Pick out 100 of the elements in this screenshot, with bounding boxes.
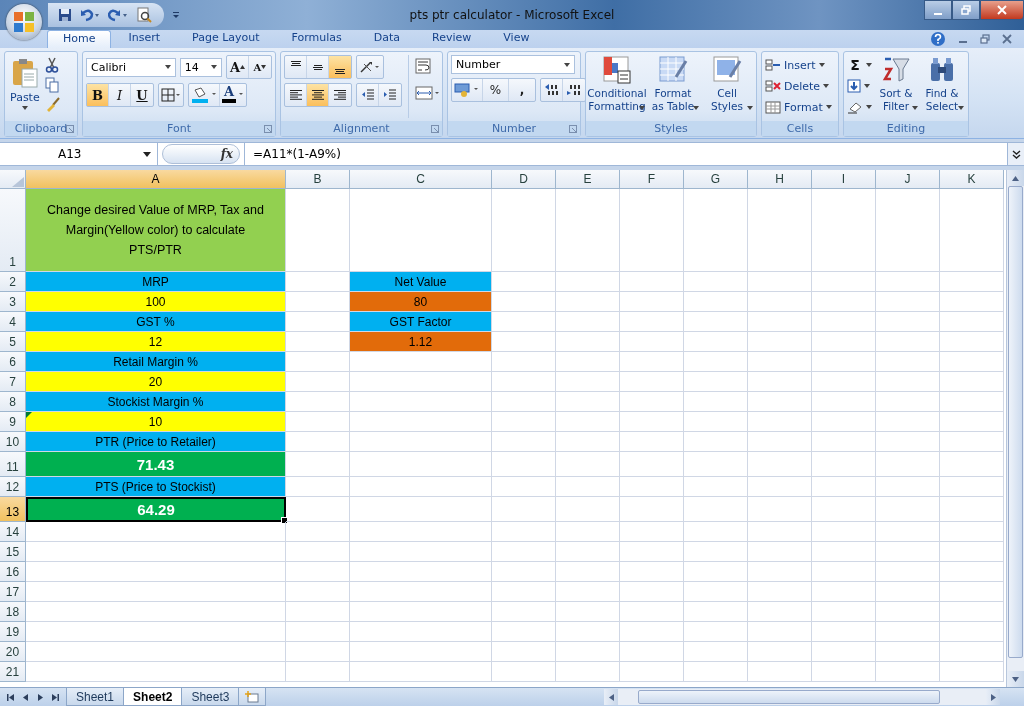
row-header[interactable]: 14 [0, 522, 26, 543]
copy-icon[interactable] [44, 77, 59, 93]
grow-font-button[interactable]: A [227, 56, 249, 78]
delete-cells-button[interactable]: Delete [765, 76, 835, 96]
row-header[interactable]: 6 [0, 352, 26, 373]
close-button[interactable] [980, 0, 1024, 20]
font-name-field[interactable]: Calibri [86, 57, 176, 77]
column-header[interactable]: G [684, 170, 748, 190]
close-icon[interactable] [1002, 34, 1012, 44]
row-header[interactable]: 16 [0, 562, 26, 583]
help-icon[interactable] [930, 31, 946, 47]
scissors-icon[interactable] [44, 57, 59, 73]
undo-icon[interactable] [80, 8, 100, 22]
scroll-left-button[interactable] [604, 689, 618, 705]
currency-button[interactable] [452, 79, 483, 101]
column-header[interactable]: C [350, 170, 492, 190]
row-header[interactable]: 12 [0, 477, 26, 498]
scroll-thumb[interactable] [638, 690, 940, 704]
row-header[interactable]: 5 [0, 332, 26, 353]
format-cells-button[interactable]: Format [765, 97, 835, 117]
name-box[interactable]: A13 [0, 143, 158, 166]
customize-caret-icon[interactable] [172, 11, 180, 19]
ribbon-tab[interactable]: Home [47, 30, 112, 48]
fill-handle[interactable] [281, 517, 288, 525]
ribbon-tab[interactable]: Formulas [276, 30, 357, 48]
row-header[interactable]: 4 [0, 312, 26, 333]
fill-color-button[interactable] [189, 84, 220, 106]
ribbon-tab[interactable]: Insert [113, 30, 176, 48]
office-button[interactable] [6, 4, 42, 40]
find-button[interactable]: Find & Select [920, 55, 964, 113]
expand-formula-button[interactable] [1007, 143, 1024, 166]
number-format-field[interactable]: Number [451, 55, 575, 74]
scroll-up-button[interactable] [1007, 170, 1024, 187]
align-bottom-button[interactable] [329, 56, 351, 78]
row-header[interactable]: 2 [0, 272, 26, 293]
ribbon-tab[interactable]: Data [358, 30, 416, 48]
row-header[interactable]: 21 [0, 662, 26, 683]
row-header[interactable]: 18 [0, 602, 26, 623]
paste-button[interactable]: Paste [8, 55, 42, 112]
fill-button[interactable] [847, 76, 872, 96]
italic-button[interactable]: I [109, 84, 131, 106]
row-header[interactable]: 19 [0, 622, 26, 643]
align-center-button[interactable] [307, 84, 329, 106]
conditional-styles-button[interactable]: Conditional Formatting [589, 55, 645, 113]
scroll-down-button[interactable] [1007, 671, 1024, 687]
cell-styles-button[interactable]: Cell Styles [701, 55, 753, 113]
print-preview-icon[interactable] [136, 7, 152, 23]
shrink-font-button[interactable]: A [249, 56, 271, 78]
bold-button[interactable]: B [87, 84, 109, 106]
row-header[interactable]: 8 [0, 392, 26, 413]
sheet-tab[interactable]: Sheet1 [66, 688, 125, 706]
restore-icon[interactable] [980, 34, 990, 44]
insert-function-button[interactable]: fx [162, 144, 240, 165]
row-header[interactable]: 13 [0, 497, 26, 523]
row-header[interactable]: 1 [0, 189, 26, 273]
scroll-right-button[interactable] [986, 689, 1000, 705]
restore-button[interactable] [952, 0, 980, 20]
table-styles-button[interactable]: Format as Table [647, 55, 699, 113]
row-header[interactable]: 15 [0, 542, 26, 563]
column-header[interactable]: F [620, 170, 684, 190]
row-header[interactable]: 7 [0, 372, 26, 393]
underline-button[interactable]: U [131, 84, 153, 106]
minimize-button[interactable] [924, 0, 952, 20]
row-header[interactable]: 9 [0, 412, 26, 433]
column-header[interactable]: K [940, 170, 1004, 190]
autosum-button[interactable]: Σ [847, 55, 872, 75]
row-header[interactable]: 3 [0, 292, 26, 313]
previous-sheet-icon[interactable] [21, 692, 30, 702]
ribbon-tab[interactable]: Page Layout [177, 30, 275, 48]
column-header[interactable]: A [26, 170, 286, 190]
last-sheet-icon[interactable] [51, 692, 60, 702]
ribbon-tab[interactable]: View [488, 30, 545, 48]
row-header[interactable]: 17 [0, 582, 26, 603]
insert-cells-button[interactable]: Insert [765, 55, 835, 75]
next-sheet-icon[interactable] [36, 692, 45, 702]
column-header[interactable]: D [492, 170, 556, 190]
wrap-text-icon[interactable] [415, 58, 433, 74]
sheet-tab[interactable]: Sheet3 [181, 688, 240, 706]
table-cell [940, 662, 1004, 683]
horizontal-scrollbar[interactable] [604, 689, 1000, 705]
comma-button[interactable]: , [509, 79, 535, 101]
merge-center-icon[interactable] [415, 86, 441, 100]
row-header[interactable]: 20 [0, 642, 26, 663]
column-header[interactable]: E [556, 170, 620, 190]
redo-icon[interactable] [108, 8, 128, 22]
ribbon-tab[interactable]: Review [417, 30, 487, 48]
font-size-field[interactable]: 14 [179, 57, 222, 77]
sheet-tab[interactable]: Sheet2 [123, 688, 183, 706]
sort-button[interactable]: Sort & Filter [874, 55, 918, 113]
column-header[interactable]: H [748, 170, 812, 190]
percent-button[interactable]: % [483, 79, 509, 101]
column-header[interactable]: I [812, 170, 876, 190]
vertical-scrollbar[interactable] [1006, 170, 1024, 687]
row-header[interactable]: 10 [0, 432, 26, 453]
first-sheet-icon[interactable] [6, 692, 15, 702]
row-header[interactable]: 11 [0, 452, 26, 478]
column-header[interactable]: J [876, 170, 940, 190]
save-icon[interactable] [58, 8, 72, 22]
column-header[interactable]: B [286, 170, 350, 190]
scroll-thumb[interactable] [1008, 186, 1023, 659]
